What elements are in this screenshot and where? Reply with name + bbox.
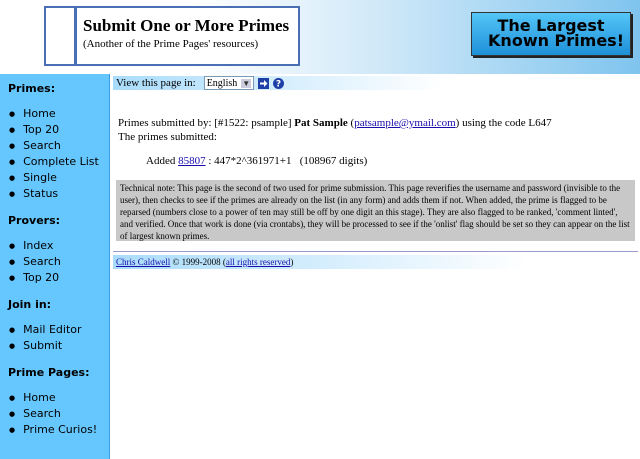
sidebar-heading-provers: Provers:	[8, 214, 61, 227]
primes-submitted-label: The primes submitted:	[118, 131, 217, 143]
page-title: Submit One or More Primes	[83, 16, 290, 35]
sidebar-list-prime-pages: Home Search Prime Curios!	[0, 390, 109, 438]
sidebar-item-submit[interactable]: Submit	[0, 338, 109, 354]
sidebar-item-prime-pages-home[interactable]: Home	[0, 390, 109, 406]
sidebar-heading-primes: Primes:	[8, 82, 56, 95]
submitter-email-link[interactable]: patsample@ymail.com	[354, 117, 455, 129]
rights-link[interactable]: all rights reserved	[226, 257, 290, 267]
added-prime-line: Added 85807 : 447*2^361971+1 (108967 dig…	[146, 155, 367, 167]
submitter-name: Pat Sample	[294, 117, 348, 129]
prime-expression: : 447*2^361971+1	[208, 155, 292, 167]
sidebar-item-status[interactable]: Status	[0, 186, 109, 202]
language-label: View this page in:	[116, 77, 196, 89]
logo-line-2: Known Primes!	[488, 31, 624, 50]
sidebar-heading-prime-pages: Prime Pages:	[8, 366, 90, 379]
technical-note: Technical note: This page is the second …	[116, 180, 635, 241]
sidebar-item-provers-top-20[interactable]: Top 20	[0, 270, 109, 286]
largest-known-primes-logo[interactable]: The Largest Known Primes!	[471, 12, 631, 56]
sidebar-item-complete-list[interactable]: Complete List	[0, 154, 109, 170]
submitter-prefix: Primes submitted by: [#1522: psample]	[118, 117, 292, 129]
prime-id-link[interactable]: 85807	[178, 155, 206, 167]
submitter-code: using the code L647	[462, 117, 552, 129]
footer: Chris Caldwell © 1999-2008 (all rights r…	[113, 255, 528, 269]
sidebar-item-home[interactable]: Home	[0, 106, 109, 122]
submitter-line: Primes submitted by: [#1522: psample] Pa…	[118, 117, 552, 129]
sidebar-list-join: Mail Editor Submit	[0, 322, 109, 354]
sidebar-item-provers-search[interactable]: Search	[0, 254, 109, 270]
sidebar: Primes: Home Top 20 Search Complete List…	[0, 74, 110, 459]
title-box: Submit One or More Primes (Another of th…	[44, 6, 300, 66]
sidebar-item-top-20[interactable]: Top 20	[0, 122, 109, 138]
sidebar-list-provers: Index Search Top 20	[0, 238, 109, 286]
language-selected-value: English	[206, 77, 238, 89]
page-subtitle: (Another of the Prime Pages' resources)	[83, 38, 259, 50]
chevron-down-icon: ▼	[241, 78, 252, 88]
sidebar-item-mail-editor[interactable]: Mail Editor	[0, 322, 109, 338]
svg-text:?: ?	[276, 79, 281, 88]
prime-digits: (108967 digits)	[299, 155, 368, 167]
author-link[interactable]: Chris Caldwell	[116, 257, 170, 267]
language-select[interactable]: English ▼	[203, 76, 255, 90]
help-icon[interactable]: ?	[273, 77, 285, 89]
sidebar-item-prime-pages-search[interactable]: Search	[0, 406, 109, 422]
sidebar-list-primes: Home Top 20 Search Complete List Single …	[0, 106, 109, 202]
sidebar-item-provers-index[interactable]: Index	[0, 238, 109, 254]
title-box-inner: Submit One or More Primes (Another of th…	[74, 8, 298, 64]
copyright-years: © 1999-2008	[172, 257, 221, 267]
submission-summary: Primes submitted by: [#1522: psample] Pa…	[118, 116, 638, 144]
sidebar-heading-join: Join in:	[8, 298, 52, 311]
sidebar-item-prime-curios[interactable]: Prime Curios!	[0, 422, 109, 438]
divider	[113, 251, 638, 252]
go-arrow-icon[interactable]	[258, 77, 270, 89]
sidebar-item-single[interactable]: Single	[0, 170, 109, 186]
page-header: Submit One or More Primes (Another of th…	[0, 0, 640, 74]
language-bar: View this page in: English ▼ ?	[113, 76, 443, 90]
sidebar-item-search[interactable]: Search	[0, 138, 109, 154]
added-label: Added	[146, 155, 176, 167]
